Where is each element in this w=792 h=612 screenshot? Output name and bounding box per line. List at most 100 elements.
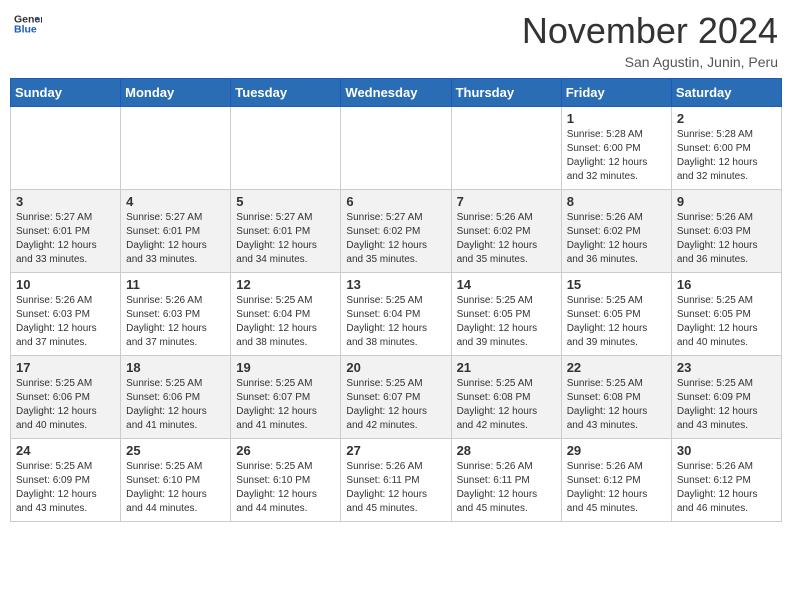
day-number: 23 — [677, 360, 776, 375]
day-cell: 4 Sunrise: 5:27 AMSunset: 6:01 PMDaylight… — [121, 190, 231, 273]
day-number: 22 — [567, 360, 666, 375]
day-cell — [11, 107, 121, 190]
day-info: Sunrise: 5:25 AMSunset: 6:04 PMDaylight:… — [346, 294, 445, 350]
day-info: Sunrise: 5:27 AMSunset: 6:01 PMDaylight:… — [236, 211, 335, 267]
location: San Agustin, Junin, Peru — [522, 54, 778, 70]
day-info: Sunrise: 5:26 AMSunset: 6:02 PMDaylight:… — [567, 211, 666, 267]
logo: General Blue — [14, 10, 42, 38]
day-number: 15 — [567, 277, 666, 292]
day-number: 12 — [236, 277, 335, 292]
day-info: Sunrise: 5:27 AMSunset: 6:01 PMDaylight:… — [126, 211, 225, 267]
day-cell: 3 Sunrise: 5:27 AMSunset: 6:01 PMDaylight… — [11, 190, 121, 273]
weekday-header-thursday: Thursday — [451, 79, 561, 107]
day-info: Sunrise: 5:25 AMSunset: 6:09 PMDaylight:… — [16, 460, 115, 516]
day-number: 14 — [457, 277, 556, 292]
day-info: Sunrise: 5:27 AMSunset: 6:01 PMDaylight:… — [16, 211, 115, 267]
day-cell: 8 Sunrise: 5:26 AMSunset: 6:02 PMDaylight… — [561, 190, 671, 273]
day-info: Sunrise: 5:25 AMSunset: 6:08 PMDaylight:… — [567, 377, 666, 433]
day-number: 9 — [677, 194, 776, 209]
day-cell: 18 Sunrise: 5:25 AMSunset: 6:06 PMDayligh… — [121, 356, 231, 439]
svg-text:Blue: Blue — [14, 23, 37, 35]
day-number: 17 — [16, 360, 115, 375]
day-info: Sunrise: 5:25 AMSunset: 6:07 PMDaylight:… — [236, 377, 335, 433]
week-row-3: 10 Sunrise: 5:26 AMSunset: 6:03 PMDayligh… — [11, 273, 782, 356]
day-info: Sunrise: 5:25 AMSunset: 6:05 PMDaylight:… — [677, 294, 776, 350]
day-number: 2 — [677, 111, 776, 126]
day-number: 10 — [16, 277, 115, 292]
day-number: 19 — [236, 360, 335, 375]
week-row-1: 1 Sunrise: 5:28 AMSunset: 6:00 PMDaylight… — [11, 107, 782, 190]
day-number: 21 — [457, 360, 556, 375]
month-title: November 2024 — [522, 10, 778, 52]
day-info: Sunrise: 5:25 AMSunset: 6:04 PMDaylight:… — [236, 294, 335, 350]
day-number: 24 — [16, 443, 115, 458]
day-info: Sunrise: 5:25 AMSunset: 6:06 PMDaylight:… — [16, 377, 115, 433]
weekday-header-saturday: Saturday — [671, 79, 781, 107]
day-number: 30 — [677, 443, 776, 458]
day-number: 8 — [567, 194, 666, 209]
day-cell: 21 Sunrise: 5:25 AMSunset: 6:08 PMDayligh… — [451, 356, 561, 439]
day-cell: 20 Sunrise: 5:25 AMSunset: 6:07 PMDayligh… — [341, 356, 451, 439]
day-cell: 1 Sunrise: 5:28 AMSunset: 6:00 PMDaylight… — [561, 107, 671, 190]
day-cell — [231, 107, 341, 190]
weekday-header-tuesday: Tuesday — [231, 79, 341, 107]
day-cell: 24 Sunrise: 5:25 AMSunset: 6:09 PMDayligh… — [11, 439, 121, 522]
day-number: 4 — [126, 194, 225, 209]
day-cell: 11 Sunrise: 5:26 AMSunset: 6:03 PMDayligh… — [121, 273, 231, 356]
day-info: Sunrise: 5:25 AMSunset: 6:05 PMDaylight:… — [567, 294, 666, 350]
week-row-5: 24 Sunrise: 5:25 AMSunset: 6:09 PMDayligh… — [11, 439, 782, 522]
day-info: Sunrise: 5:25 AMSunset: 6:09 PMDaylight:… — [677, 377, 776, 433]
day-number: 20 — [346, 360, 445, 375]
day-info: Sunrise: 5:25 AMSunset: 6:10 PMDaylight:… — [126, 460, 225, 516]
day-cell: 13Sunrise: 5:25 AMSunset: 6:04 PMDayligh… — [341, 273, 451, 356]
weekday-header-monday: Monday — [121, 79, 231, 107]
day-cell: 2 Sunrise: 5:28 AMSunset: 6:00 PMDaylight… — [671, 107, 781, 190]
day-number: 28 — [457, 443, 556, 458]
weekday-header-friday: Friday — [561, 79, 671, 107]
day-info: Sunrise: 5:26 AMSunset: 6:03 PMDaylight:… — [677, 211, 776, 267]
title-block: November 2024 San Agustin, Junin, Peru — [522, 10, 778, 70]
week-row-4: 17 Sunrise: 5:25 AMSunset: 6:06 PMDayligh… — [11, 356, 782, 439]
week-row-2: 3 Sunrise: 5:27 AMSunset: 6:01 PMDaylight… — [11, 190, 782, 273]
day-info: Sunrise: 5:26 AMSunset: 6:03 PMDaylight:… — [16, 294, 115, 350]
day-number: 25 — [126, 443, 225, 458]
day-number: 11 — [126, 277, 225, 292]
day-number: 29 — [567, 443, 666, 458]
day-number: 16 — [677, 277, 776, 292]
day-info: Sunrise: 5:28 AMSunset: 6:00 PMDaylight:… — [567, 128, 666, 184]
weekday-header-row: SundayMondayTuesdayWednesdayThursdayFrid… — [11, 79, 782, 107]
day-cell: 30Sunrise: 5:26 AMSunset: 6:12 PMDayligh… — [671, 439, 781, 522]
day-info: Sunrise: 5:26 AMSunset: 6:11 PMDaylight:… — [346, 460, 445, 516]
day-number: 7 — [457, 194, 556, 209]
day-info: Sunrise: 5:25 AMSunset: 6:08 PMDaylight:… — [457, 377, 556, 433]
weekday-header-wednesday: Wednesday — [341, 79, 451, 107]
day-info: Sunrise: 5:26 AMSunset: 6:03 PMDaylight:… — [126, 294, 225, 350]
day-info: Sunrise: 5:26 AMSunset: 6:02 PMDaylight:… — [457, 211, 556, 267]
day-number: 1 — [567, 111, 666, 126]
day-cell: 29Sunrise: 5:26 AMSunset: 6:12 PMDayligh… — [561, 439, 671, 522]
day-info: Sunrise: 5:28 AMSunset: 6:00 PMDaylight:… — [677, 128, 776, 184]
day-info: Sunrise: 5:25 AMSunset: 6:05 PMDaylight:… — [457, 294, 556, 350]
day-number: 3 — [16, 194, 115, 209]
weekday-header-sunday: Sunday — [11, 79, 121, 107]
day-cell: 15 Sunrise: 5:25 AMSunset: 6:05 PMDayligh… — [561, 273, 671, 356]
day-info: Sunrise: 5:25 AMSunset: 6:06 PMDaylight:… — [126, 377, 225, 433]
day-number: 26 — [236, 443, 335, 458]
day-cell: 12 Sunrise: 5:25 AMSunset: 6:04 PMDayligh… — [231, 273, 341, 356]
day-info: Sunrise: 5:25 AMSunset: 6:10 PMDaylight:… — [236, 460, 335, 516]
day-cell: 27 Sunrise: 5:26 AMSunset: 6:11 PMDayligh… — [341, 439, 451, 522]
day-cell — [341, 107, 451, 190]
day-cell: 28Sunrise: 5:26 AMSunset: 6:11 PMDayligh… — [451, 439, 561, 522]
day-cell: 9 Sunrise: 5:26 AMSunset: 6:03 PMDaylight… — [671, 190, 781, 273]
day-cell: 17 Sunrise: 5:25 AMSunset: 6:06 PMDayligh… — [11, 356, 121, 439]
calendar-table: SundayMondayTuesdayWednesdayThursdayFrid… — [10, 78, 782, 522]
day-cell: 23 Sunrise: 5:25 AMSunset: 6:09 PMDayligh… — [671, 356, 781, 439]
day-cell: 10 Sunrise: 5:26 AMSunset: 6:03 PMDayligh… — [11, 273, 121, 356]
day-number: 18 — [126, 360, 225, 375]
day-cell: 25 Sunrise: 5:25 AMSunset: 6:10 PMDayligh… — [121, 439, 231, 522]
day-info: Sunrise: 5:25 AMSunset: 6:07 PMDaylight:… — [346, 377, 445, 433]
day-cell — [121, 107, 231, 190]
day-cell: 6Sunrise: 5:27 AMSunset: 6:02 PMDaylight… — [341, 190, 451, 273]
day-number: 27 — [346, 443, 445, 458]
day-number: 6 — [346, 194, 445, 209]
